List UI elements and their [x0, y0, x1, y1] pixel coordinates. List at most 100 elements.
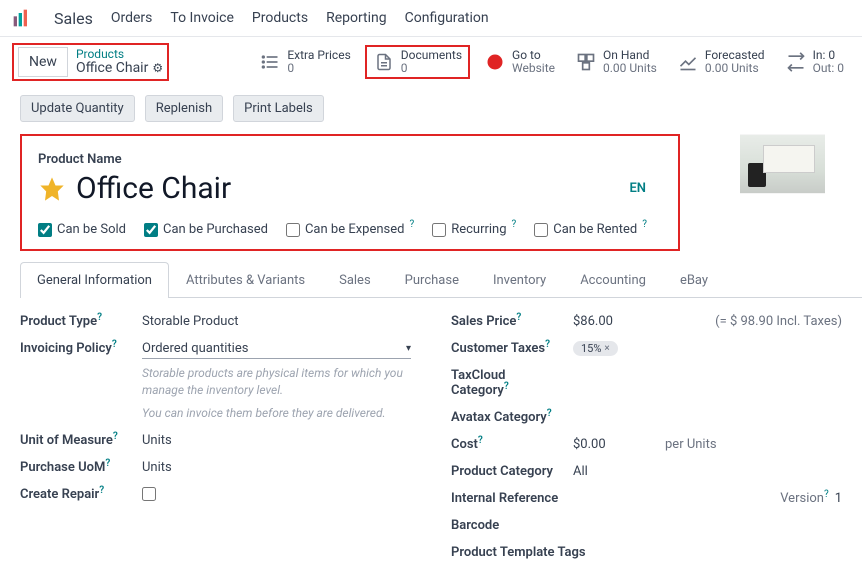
nav-configuration[interactable]: Configuration [405, 10, 489, 26]
version-value: 1 [835, 491, 842, 506]
field-internal-reference: Internal Reference Version? 1 [451, 491, 842, 506]
stat-inout[interactable]: In: 0Out: 0 [779, 45, 850, 79]
help-icon[interactable]: ? [99, 485, 104, 496]
update-quantity-button[interactable]: Update Quantity [20, 95, 135, 122]
help-icon[interactable]: ? [824, 489, 829, 500]
stat-extra-prices[interactable]: Extra Prices0 [253, 45, 356, 79]
chevron-down-icon: ▾ [406, 343, 411, 354]
globe-icon [484, 51, 506, 73]
breadcrumb-current: Office Chair ⚙ [76, 61, 163, 76]
field-barcode: Barcode [451, 518, 842, 533]
help-icon[interactable]: ? [112, 339, 117, 350]
field-product-category: Product Category All [451, 464, 842, 479]
sales-price-value[interactable]: $86.00 [573, 314, 673, 329]
product-type-value[interactable]: Storable Product [142, 314, 239, 329]
nav-reporting[interactable]: Reporting [326, 10, 387, 26]
form: Product Type? Storable Product Invoicing… [0, 298, 862, 560]
help-icon[interactable]: ? [504, 381, 509, 392]
field-sales-price: Sales Price? $86.00 (= $ 98.90 Incl. Tax… [451, 314, 842, 329]
tab-attributes-variants[interactable]: Attributes & Variants [169, 262, 322, 298]
check-can-be-purchased[interactable]: Can be Purchased [144, 222, 268, 237]
product-thumbnail-icon [740, 135, 825, 193]
check-can-be-rented[interactable]: Can be Rented? [534, 222, 647, 237]
stat-documents[interactable]: Documents0 [365, 45, 470, 79]
field-cost: Cost? $0.00 per Units [451, 437, 842, 452]
boxes-icon [575, 51, 597, 73]
field-avatax-category: Avatax Category? [451, 410, 842, 425]
print-labels-button[interactable]: Print Labels [233, 95, 324, 122]
check-can-be-sold[interactable]: Can be Sold [38, 222, 126, 237]
field-invoicing-policy: Invoicing Policy? Ordered quantities▾ [20, 341, 411, 359]
field-uom: Unit of Measure? Units [20, 433, 411, 448]
form-right-column: Sales Price? $86.00 (= $ 98.90 Incl. Tax… [451, 314, 842, 560]
invoicing-policy-select[interactable]: Ordered quantities▾ [142, 341, 411, 359]
product-header: Product Name Office Chair EN Can be Sold… [20, 134, 680, 251]
form-left-column: Product Type? Storable Product Invoicing… [20, 314, 411, 560]
product-checks: Can be Sold Can be Purchased Can be Expe… [38, 222, 662, 237]
help-icon[interactable]: ? [97, 312, 102, 323]
field-purchase-uom: Purchase UoM? Units [20, 460, 411, 475]
cost-per: per Units [665, 437, 717, 452]
breadcrumb: Products Office Chair ⚙ [76, 48, 163, 77]
document-icon [373, 51, 395, 73]
gear-icon[interactable]: ⚙ [152, 62, 163, 75]
help-icon[interactable]: ? [105, 458, 110, 469]
replenish-button[interactable]: Replenish [145, 95, 223, 122]
help-icon[interactable]: ? [545, 339, 550, 350]
nav-orders[interactable]: Orders [111, 10, 153, 26]
purchase-uom-value[interactable]: Units [142, 460, 172, 475]
stat-buttons: Extra Prices0 Documents0 Go toWebsite On… [253, 45, 850, 79]
new-button[interactable]: New [18, 47, 68, 77]
field-customer-taxes: Customer Taxes? 15%× [451, 341, 842, 356]
sub-bar: New Products Office Chair ⚙ Extra Prices… [0, 37, 862, 87]
help-icon[interactable]: ? [547, 408, 552, 419]
tab-ebay[interactable]: eBay [663, 262, 725, 298]
list-icon [259, 51, 281, 73]
remove-tag-icon[interactable]: × [604, 343, 609, 354]
help-icon[interactable]: ? [409, 219, 414, 230]
help-icon[interactable]: ? [113, 431, 118, 442]
product-name[interactable]: Office Chair [76, 171, 231, 206]
help-icon[interactable]: ? [478, 435, 483, 446]
nav-to-invoice[interactable]: To Invoice [170, 10, 234, 26]
field-taxcloud-category: TaxCloud Category? [451, 368, 842, 398]
tab-inventory[interactable]: Inventory [476, 262, 563, 298]
help-icon[interactable]: ? [642, 219, 647, 230]
tab-sales[interactable]: Sales [322, 262, 388, 298]
language-badge[interactable]: EN [629, 181, 646, 196]
field-product-template-tags: Product Template Tags [451, 545, 842, 560]
breadcrumb-parent[interactable]: Products [76, 48, 163, 61]
tabs: General Information Attributes & Variant… [20, 261, 862, 298]
helper-text-2: You can invoice them before they are del… [142, 405, 411, 422]
create-repair-checkbox[interactable] [142, 487, 156, 501]
top-nav: Sales Orders To Invoice Products Reporti… [0, 0, 862, 37]
product-category-value[interactable]: All [573, 464, 588, 479]
breadcrumb-group: New Products Office Chair ⚙ [12, 43, 169, 81]
cost-value[interactable]: $0.00 [573, 437, 653, 452]
check-recurring[interactable]: Recurring? [432, 222, 516, 237]
tab-accounting[interactable]: Accounting [563, 262, 663, 298]
stat-website[interactable]: Go toWebsite [478, 45, 561, 79]
stat-onhand[interactable]: On Hand0.00 Units [569, 45, 663, 79]
check-can-be-expensed[interactable]: Can be Expensed? [286, 222, 414, 237]
product-name-label: Product Name [38, 152, 662, 167]
stat-forecasted[interactable]: Forecasted0.00 Units [671, 45, 771, 79]
favorite-star-icon[interactable] [38, 175, 66, 203]
field-create-repair: Create Repair? [20, 487, 411, 502]
uom-value[interactable]: Units [142, 433, 172, 448]
app-name[interactable]: Sales [54, 9, 93, 28]
helper-text-1: Storable products are physical items for… [142, 365, 411, 399]
chart-icon [677, 51, 699, 73]
customer-tax-tag[interactable]: 15%× [573, 341, 618, 356]
action-bar: Update Quantity Replenish Print Labels [0, 87, 862, 134]
product-image[interactable] [740, 134, 825, 194]
field-product-type: Product Type? Storable Product [20, 314, 411, 329]
help-icon[interactable]: ? [516, 312, 521, 323]
help-icon[interactable]: ? [512, 219, 517, 230]
tab-purchase[interactable]: Purchase [388, 262, 476, 298]
tab-general-information[interactable]: General Information [20, 262, 169, 298]
nav-products[interactable]: Products [252, 10, 308, 26]
app-logo-icon [12, 8, 32, 28]
sales-price-incl: (= $ 98.90 Incl. Taxes) [715, 314, 842, 329]
transfer-icon [785, 51, 807, 73]
